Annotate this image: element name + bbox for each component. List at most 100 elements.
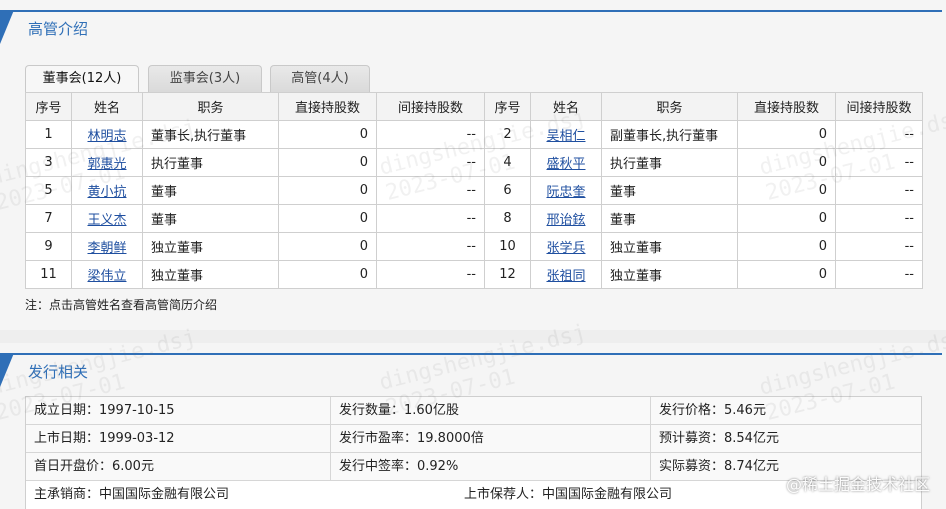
issue-table: 成立日期：1997-10-15 发行数量：1.60亿股 发行价格：5.46元 上… <box>25 396 922 509</box>
name-cell: 阮忠奎 <box>530 176 602 205</box>
issue-section-title: 发行相关 <box>28 363 89 381</box>
column-header: 职务 <box>601 92 738 121</box>
exec-panel-header: 高管介绍 <box>0 0 946 44</box>
exec-note: 注：点击高管姓名查看高管简历介绍 <box>25 298 218 312</box>
issue-cell: 主承销商：中国国际金融有限公司 <box>34 487 230 502</box>
title-cell: 独立董事 <box>142 260 279 289</box>
table-row: 5 黄小抗 董事 0 -- 6 阮忠奎 董事 0 -- <box>25 176 923 205</box>
executive-name-link[interactable]: 李朝鲜 <box>87 241 126 256</box>
name-cell: 盛秋平 <box>530 148 602 177</box>
issue-cell: 实际募资：8.74亿元 <box>650 453 921 481</box>
executive-name-link[interactable]: 梁伟立 <box>87 269 126 284</box>
indirect-shares-cell: -- <box>835 148 923 177</box>
index-cell: 12 <box>484 260 531 289</box>
indirect-shares-cell: -- <box>376 260 485 289</box>
title-cell: 独立董事 <box>142 232 279 261</box>
executive-name-link[interactable]: 吴相仁 <box>546 129 585 144</box>
title-cell: 独立董事 <box>601 232 738 261</box>
issue-row: 首日开盘价：6.00元 发行中签率：0.92% 实际募资：8.74亿元 <box>26 453 921 481</box>
column-header: 间接持股数 <box>376 92 485 121</box>
index-cell: 5 <box>25 176 72 205</box>
name-cell: 张学兵 <box>530 232 602 261</box>
indirect-shares-cell: -- <box>376 148 485 177</box>
issue-cell: 发行市盈率：19.8000倍 <box>330 425 651 453</box>
title-cell: 董事 <box>601 176 738 205</box>
column-header: 姓名 <box>530 92 602 121</box>
indirect-shares-cell: -- <box>376 176 485 205</box>
header-rule <box>0 10 942 12</box>
issue-cell: 上市日期：1999-03-12 <box>34 431 175 446</box>
index-cell: 2 <box>484 120 531 149</box>
index-cell: 11 <box>25 260 72 289</box>
title-cell: 董事长,执行董事 <box>142 120 279 149</box>
exec-section-title: 高管介绍 <box>28 20 89 38</box>
direct-shares-cell: 0 <box>278 260 377 289</box>
issue-cell: 成立日期：1997-10-15 <box>34 403 175 418</box>
issue-row: 上市日期：1999-03-12 发行市盈率：19.8000倍 预计募资：8.54… <box>26 425 921 453</box>
direct-shares-cell: 0 <box>278 148 377 177</box>
indirect-shares-cell: -- <box>835 204 923 233</box>
tab-supervisors[interactable]: 监事会(3人) <box>148 65 262 93</box>
issue-cell: 发行数量：1.60亿股 <box>330 397 651 425</box>
direct-shares-cell: 0 <box>278 176 377 205</box>
executive-name-link[interactable]: 盛秋平 <box>546 157 585 172</box>
tab-board[interactable]: 董事会(12人) <box>25 65 139 94</box>
name-cell: 林明志 <box>71 120 143 149</box>
name-cell: 梁伟立 <box>71 260 143 289</box>
index-cell: 4 <box>484 148 531 177</box>
name-cell: 郭惠光 <box>71 148 143 177</box>
title-cell: 董事 <box>142 176 279 205</box>
executive-name-link[interactable]: 黄小抗 <box>87 185 126 200</box>
executive-name-link[interactable]: 张学兵 <box>546 241 585 256</box>
executive-name-link[interactable]: 王义杰 <box>87 213 126 228</box>
direct-shares-cell: 0 <box>737 204 836 233</box>
name-cell: 李朝鲜 <box>71 232 143 261</box>
index-cell: 1 <box>25 120 72 149</box>
header-accent <box>0 353 14 387</box>
indirect-shares-cell: -- <box>835 120 923 149</box>
issue-row: 主承销商：中国国际金融有限公司 上市保荐人：中国国际金融有限公司 <box>26 481 921 509</box>
indirect-shares-cell: -- <box>835 176 923 205</box>
direct-shares-cell: 0 <box>737 148 836 177</box>
issue-cell: 首日开盘价：6.00元 <box>34 459 154 474</box>
exec-table: 序号 姓名 职务 直接持股数 间接持股数 序号 姓名 职务 直接持股数 间接持股数 1 林明志 董事长… <box>25 92 923 289</box>
index-cell: 3 <box>25 148 72 177</box>
direct-shares-cell: 0 <box>737 176 836 205</box>
title-cell: 董事 <box>601 204 738 233</box>
name-cell: 张祖同 <box>530 260 602 289</box>
direct-shares-cell: 0 <box>737 120 836 149</box>
column-header: 直接持股数 <box>278 92 377 121</box>
direct-shares-cell: 0 <box>278 232 377 261</box>
indirect-shares-cell: -- <box>835 232 923 261</box>
title-cell: 执行董事 <box>601 148 738 177</box>
executive-name-link[interactable]: 郭惠光 <box>87 157 126 172</box>
issue-cell: 发行价格：5.46元 <box>650 397 921 425</box>
direct-shares-cell: 0 <box>737 260 836 289</box>
indirect-shares-cell: -- <box>376 232 485 261</box>
column-header: 姓名 <box>71 92 143 121</box>
indirect-shares-cell: -- <box>835 260 923 289</box>
issue-cell: 预计募资：8.54亿元 <box>650 425 921 453</box>
name-cell: 吴相仁 <box>530 120 602 149</box>
issue-row: 成立日期：1997-10-15 发行数量：1.60亿股 发行价格：5.46元 <box>26 397 921 425</box>
title-cell: 独立董事 <box>601 260 738 289</box>
title-cell: 董事 <box>142 204 279 233</box>
name-cell: 黄小抗 <box>71 176 143 205</box>
executive-name-link[interactable]: 林明志 <box>87 129 126 144</box>
executive-name-link[interactable]: 张祖同 <box>546 269 585 284</box>
column-header: 序号 <box>484 92 531 121</box>
direct-shares-cell: 0 <box>737 232 836 261</box>
table-row: 1 林明志 董事长,执行董事 0 -- 2 吴相仁 副董事长,执行董事 0 -- <box>25 120 923 149</box>
index-cell: 9 <box>25 232 72 261</box>
tab-executives[interactable]: 高管(4人) <box>270 65 370 93</box>
executive-name-link[interactable]: 阮忠奎 <box>546 185 585 200</box>
issue-panel-header: 发行相关 <box>0 343 946 387</box>
issue-cell: 发行中签率：0.92% <box>330 453 651 481</box>
table-row: 9 李朝鲜 独立董事 0 -- 10 张学兵 独立董事 0 -- <box>25 232 923 261</box>
table-row: 7 王义杰 董事 0 -- 8 邢诒鉉 董事 0 -- <box>25 204 923 233</box>
direct-shares-cell: 0 <box>278 120 377 149</box>
title-cell: 执行董事 <box>142 148 279 177</box>
index-cell: 10 <box>484 232 531 261</box>
executive-name-link[interactable]: 邢诒鉉 <box>546 213 585 228</box>
index-cell: 6 <box>484 176 531 205</box>
